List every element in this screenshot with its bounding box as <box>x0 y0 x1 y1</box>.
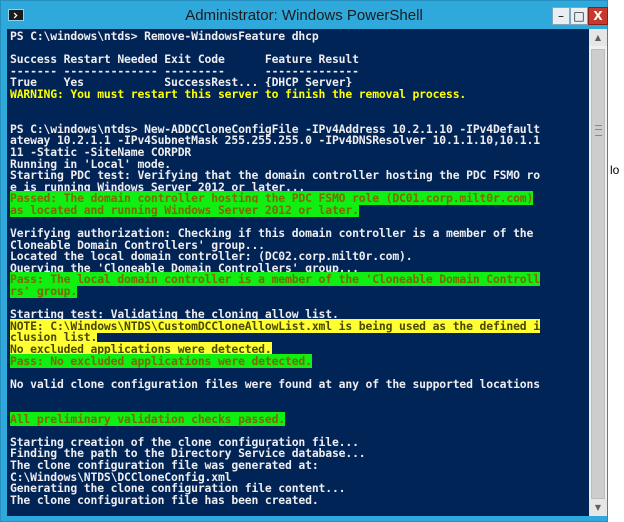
close-button[interactable]: X <box>588 7 608 25</box>
console-output[interactable]: PS C:\windows\ntds> Remove-WindowsFeatur… <box>7 29 589 516</box>
console-line: rs' group. <box>10 284 589 299</box>
console-line-text: rs' group. <box>10 284 78 299</box>
console-line-text: All preliminary validation checks passed… <box>10 411 286 426</box>
powershell-window: Administrator: Windows PowerShell – □ X … <box>0 0 608 522</box>
console-line: No valid clone configuration files were … <box>10 376 589 391</box>
console-line-text: The clone configuration file has been cr… <box>10 492 319 507</box>
console-line: All preliminary validation checks passed… <box>10 411 589 426</box>
console-line: The clone configuration file has been cr… <box>10 492 589 507</box>
scrollbar-grip-icon <box>595 125 602 136</box>
console-line: as located and running Windows Server 20… <box>10 202 589 217</box>
title-bar[interactable]: Administrator: Windows PowerShell – □ X <box>1 1 608 29</box>
console-line-text: WARNING: You must restart this server to… <box>10 86 467 101</box>
scroll-up-arrow-icon[interactable]: ▲ <box>589 29 607 46</box>
vertical-scrollbar[interactable]: ▲ ▼ <box>589 29 607 516</box>
console-line-text: No valid clone configuration files were … <box>10 376 540 391</box>
console-line-text: PS C:\windows\ntds> Remove-WindowsFeatur… <box>10 29 319 43</box>
scrollbar-thumb[interactable] <box>591 49 605 499</box>
console-line: PS C:\windows\ntds> Remove-WindowsFeatur… <box>10 29 589 43</box>
minimize-button[interactable]: – <box>552 7 570 25</box>
console-lines: PS C:\windows\ntds> Remove-WindowsFeatur… <box>10 29 589 516</box>
console-line: Pass: The local domain controller is a m… <box>10 272 589 287</box>
console-line: Pass: No excluded applications were dete… <box>10 353 589 368</box>
scroll-down-arrow-icon[interactable]: ▼ <box>589 499 607 516</box>
console-line-text: Pass: The local domain controller is a m… <box>10 272 540 287</box>
maximize-button[interactable]: □ <box>570 7 588 25</box>
window-title: Administrator: Windows PowerShell <box>185 7 423 24</box>
console-line-text: as located and running Windows Server 20… <box>10 202 359 217</box>
background-window-text: lo <box>610 163 620 177</box>
console-line: WARNING: You must restart this server to… <box>10 86 589 101</box>
console-line-text: Pass: No excluded applications were dete… <box>10 353 312 368</box>
